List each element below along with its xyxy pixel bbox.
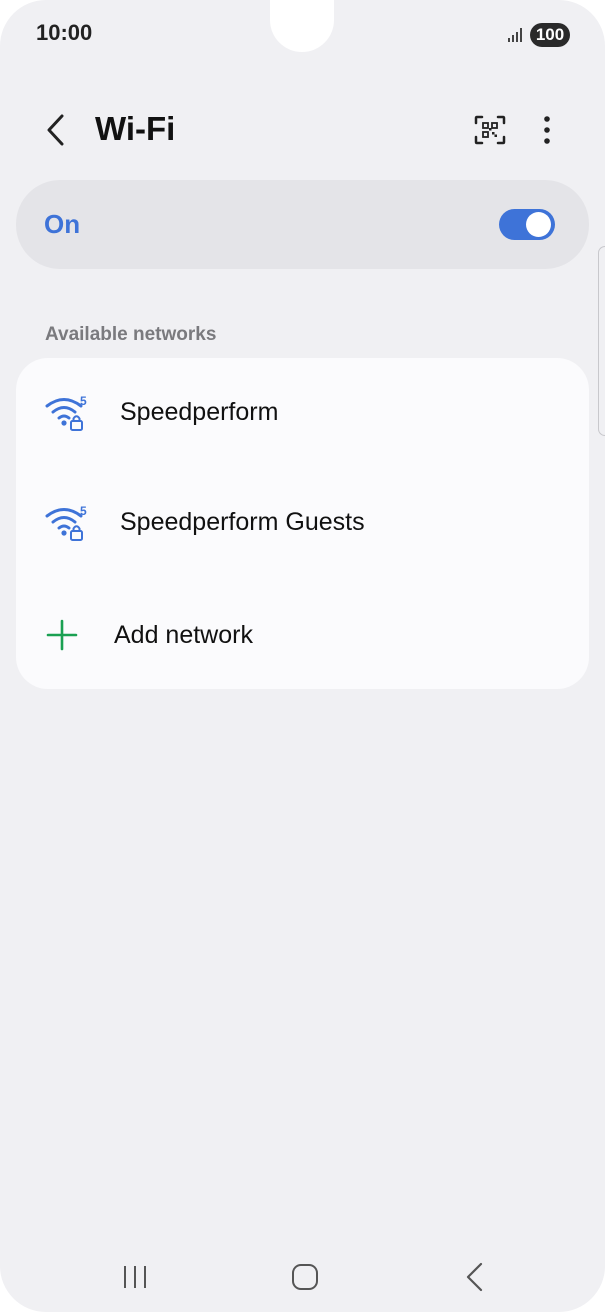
section-label-available-networks: Available networks bbox=[45, 324, 217, 345]
header: Wi-Fi bbox=[0, 100, 605, 160]
network-name: Speedperform bbox=[120, 398, 279, 426]
wifi-master-switch[interactable]: On bbox=[16, 180, 589, 269]
qr-scan-icon bbox=[474, 115, 506, 145]
battery-badge: 100 bbox=[530, 23, 570, 47]
wifi-toggle[interactable] bbox=[499, 209, 555, 240]
qr-scan-button[interactable] bbox=[470, 112, 510, 148]
wifi-5ghz-locked-icon: 5 bbox=[45, 394, 87, 431]
plus-icon bbox=[46, 619, 78, 651]
chevron-left-icon bbox=[47, 114, 64, 146]
svg-text:5: 5 bbox=[80, 394, 87, 408]
page-title: Wi-Fi bbox=[95, 110, 176, 147]
more-vertical-icon bbox=[544, 116, 550, 144]
status-time: 10:00 bbox=[36, 20, 93, 45]
network-name: Speedperform Guests bbox=[120, 508, 365, 536]
scroll-indicator[interactable] bbox=[598, 246, 605, 436]
phone-screen: 10:00 100 Wi-Fi On Available networks 5 … bbox=[0, 0, 605, 1312]
back-icon[interactable] bbox=[462, 1260, 488, 1294]
toggle-knob bbox=[526, 212, 551, 237]
wifi-5ghz-locked-icon: 5 bbox=[45, 504, 87, 541]
signal-bars-icon bbox=[508, 28, 522, 42]
network-item[interactable]: 5 Speedperform Guests bbox=[16, 468, 589, 578]
more-options-button[interactable] bbox=[530, 110, 564, 150]
network-list-card: 5 Speedperform 5 Speedperform Guests Add… bbox=[16, 358, 589, 689]
svg-text:5: 5 bbox=[80, 504, 87, 518]
master-switch-label: On bbox=[44, 209, 81, 239]
add-network-button[interactable]: Add network bbox=[16, 579, 589, 689]
recents-icon[interactable] bbox=[120, 1262, 150, 1292]
navigation-bar bbox=[0, 1246, 605, 1306]
add-network-label: Add network bbox=[114, 621, 253, 649]
status-bar: 10:00 100 bbox=[0, 0, 605, 68]
network-item[interactable]: 5 Speedperform bbox=[16, 358, 589, 468]
home-icon[interactable] bbox=[290, 1262, 320, 1292]
back-button[interactable] bbox=[38, 110, 74, 150]
